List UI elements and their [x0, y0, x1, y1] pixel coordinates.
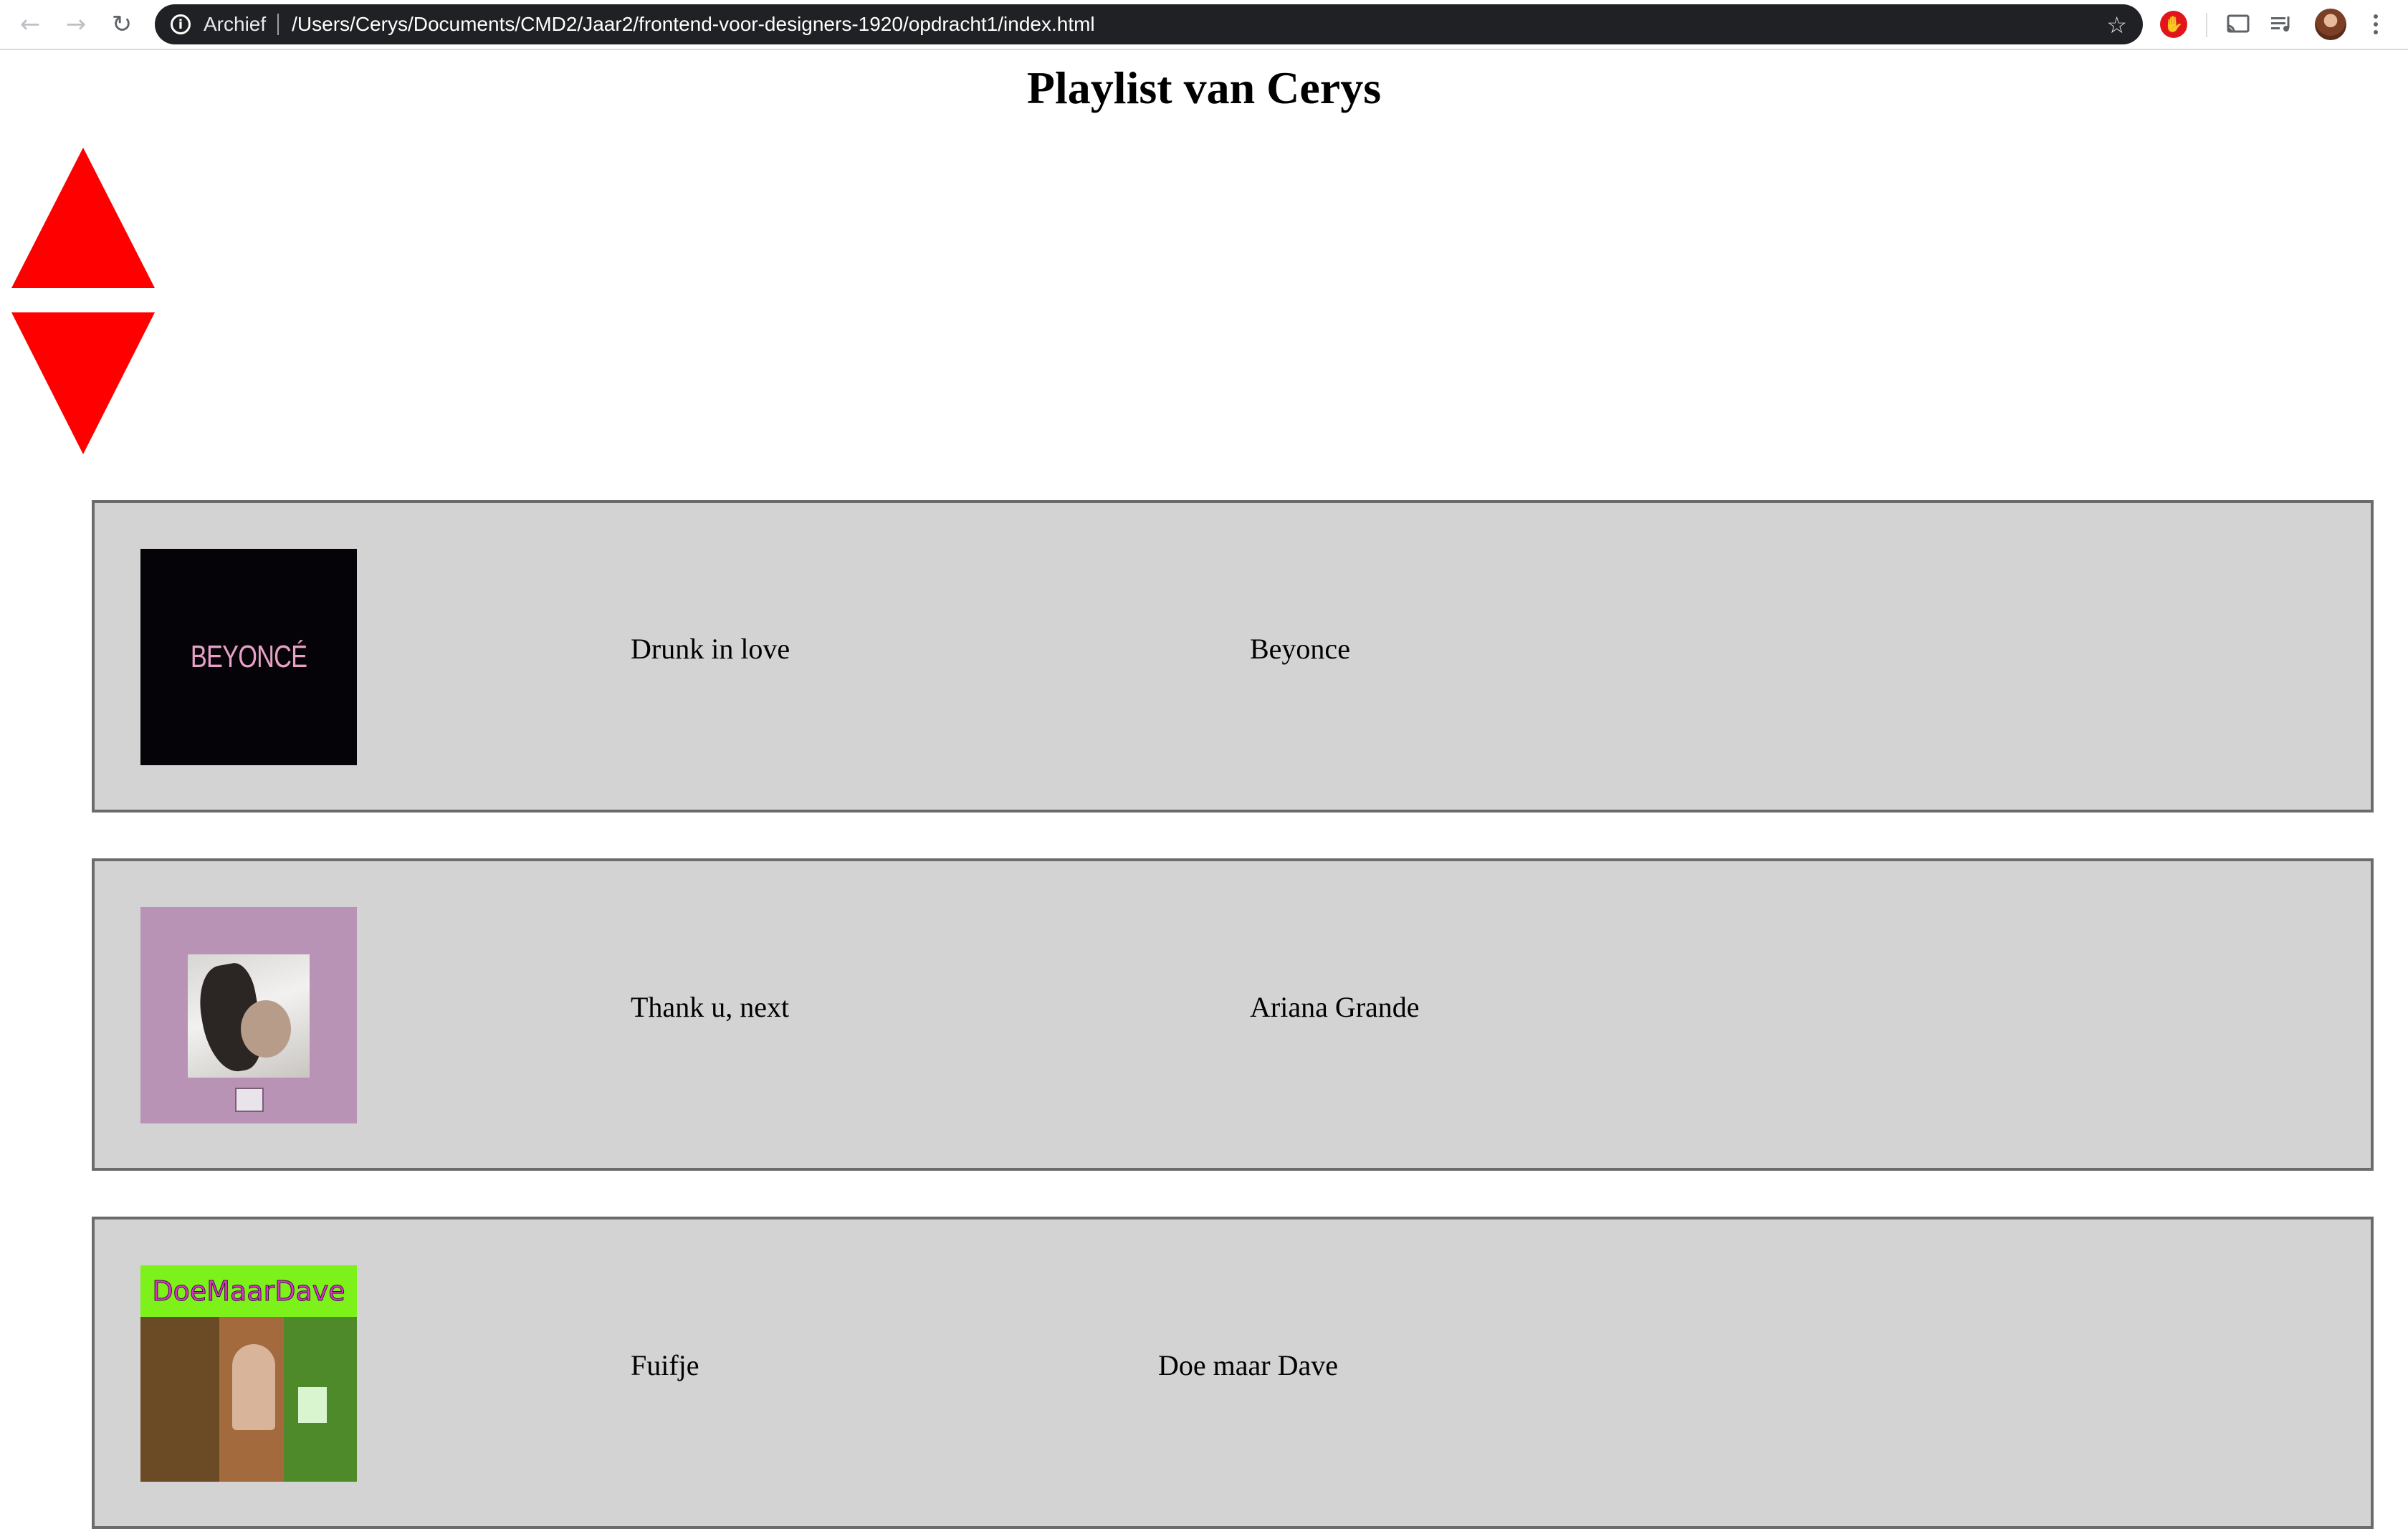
toolbar-divider: [2206, 13, 2207, 37]
media-controls-icon[interactable]: [2268, 10, 2296, 39]
move-up-arrow-icon[interactable]: [11, 148, 155, 288]
cover-scene: [140, 1317, 219, 1482]
song-card[interactable]: Thank u, next Ariana Grande: [92, 858, 2374, 1171]
move-down-arrow-icon[interactable]: [11, 312, 155, 454]
info-icon[interactable]: i: [171, 14, 191, 34]
avatar[interactable]: [2315, 9, 2346, 40]
location-chip[interactable]: Archief: [204, 13, 266, 36]
song-artist: Doe maar Dave: [1158, 1349, 1338, 1381]
more-vertical-icon[interactable]: [2365, 10, 2386, 39]
address-bar[interactable]: i Archief /Users/Cerys/Documents/CMD2/Ja…: [155, 4, 2143, 44]
forward-arrow-icon[interactable]: →: [60, 9, 92, 40]
song-title: Fuifje: [631, 1349, 699, 1381]
adblock-icon[interactable]: ✋: [2160, 11, 2187, 38]
song-title: Drunk in love: [631, 633, 790, 665]
cover-person: [232, 1344, 275, 1430]
song-artist: Beyonce: [1250, 633, 1350, 665]
song-artist: Ariana Grande: [1250, 991, 1420, 1023]
browser-toolbar: ← → ↻ i Archief /Users/Cerys/Documents/C…: [0, 0, 2408, 50]
cover-label: [235, 1088, 264, 1112]
song-title: Thank u, next: [631, 991, 790, 1023]
album-cover: [140, 907, 357, 1123]
album-cover: BEYONCÉ: [140, 549, 357, 765]
song-card[interactable]: BEYONCÉ Drunk in love Beyonce: [92, 500, 2374, 813]
cover-photo: [188, 954, 310, 1078]
reload-icon[interactable]: ↻: [106, 9, 138, 40]
cast-icon[interactable]: [2224, 10, 2252, 39]
back-arrow-icon[interactable]: ←: [14, 9, 46, 40]
page-title: Playlist van Cerys: [1026, 62, 1382, 113]
star-icon[interactable]: ☆: [2106, 11, 2127, 39]
cover-cup: [298, 1387, 327, 1423]
song-card[interactable]: DoeMaarDave Fuifje Doe maar Dave: [92, 1217, 2374, 1529]
url-text[interactable]: /Users/Cerys/Documents/CMD2/Jaar2/fronte…: [292, 13, 1095, 36]
cover-photo-face: [241, 1000, 291, 1058]
album-cover-text: BEYONCÉ: [190, 639, 307, 674]
album-cover: DoeMaarDave: [140, 1265, 357, 1482]
omnibox-separator: [277, 14, 280, 35]
album-cover-text: DoeMaarDave: [140, 1265, 357, 1317]
